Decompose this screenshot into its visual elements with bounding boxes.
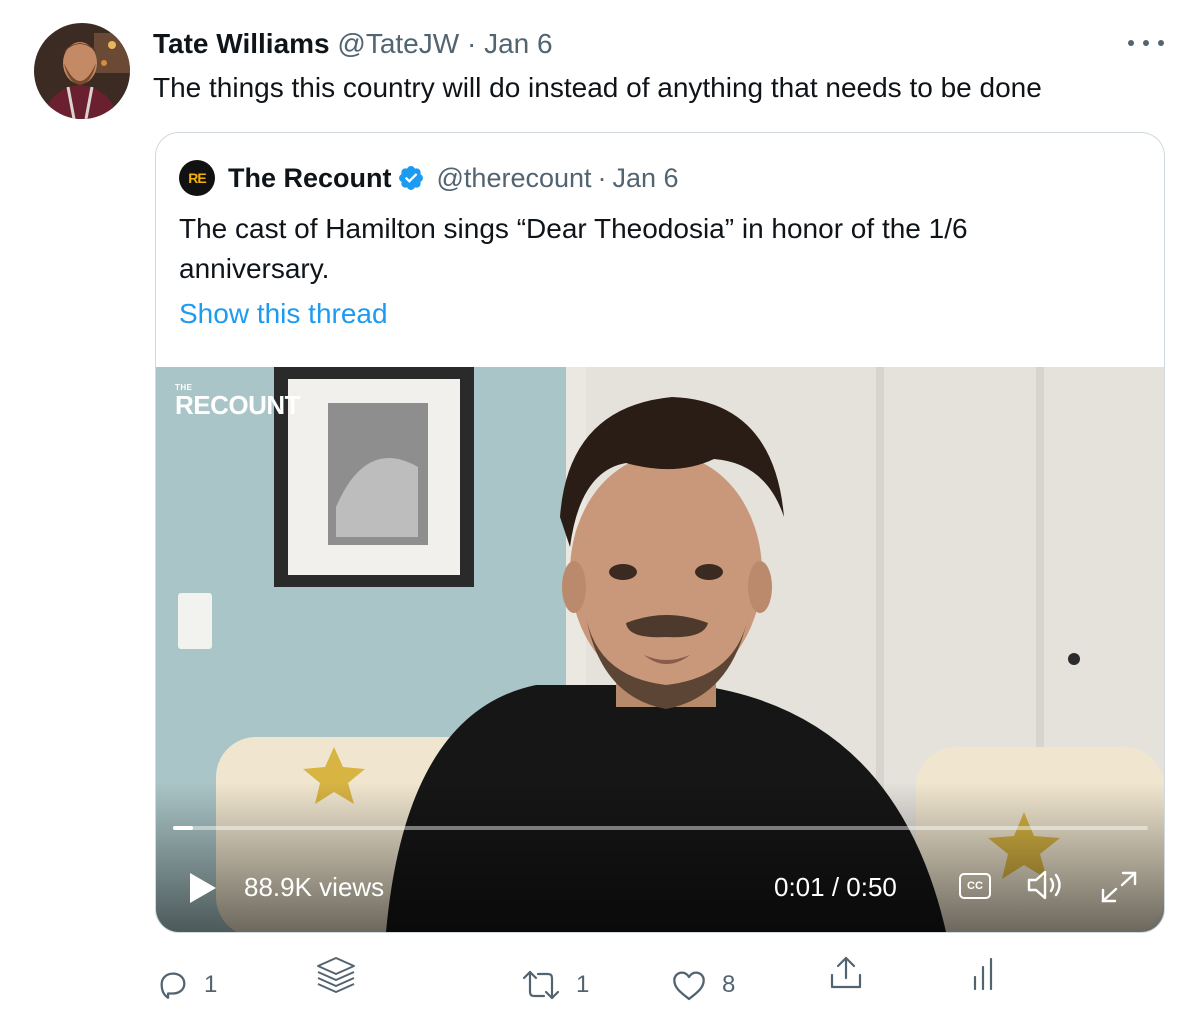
video-player[interactable]: THE RECOUNT 88.9K views 0:01 / 0:50 CC <box>156 367 1164 932</box>
fullscreen-icon[interactable] <box>1099 869 1139 910</box>
quoted-tweet[interactable]: RE The Recount @therecount · Jan 6 The c… <box>155 132 1165 933</box>
reply-button[interactable]: 1 <box>156 955 217 1015</box>
quoted-tweet-date[interactable]: Jan 6 <box>613 163 679 194</box>
play-icon[interactable] <box>188 872 218 909</box>
like-icon <box>670 968 708 1002</box>
quoted-avatar[interactable]: RE <box>179 160 215 196</box>
video-time: 0:01 / 0:50 <box>774 872 897 902</box>
quoted-author-handle[interactable]: @therecount <box>437 163 592 194</box>
closed-captions-icon[interactable]: CC <box>959 873 991 899</box>
video-progress-fill <box>173 826 193 830</box>
share-icon <box>828 955 864 991</box>
video-watermark: THE RECOUNT <box>175 383 301 420</box>
separator-dot: · <box>466 28 477 59</box>
reply-count: 1 <box>204 971 218 998</box>
tweet-actions: 1 1 8 <box>0 955 1196 1015</box>
volume-icon[interactable] <box>1026 869 1068 906</box>
share-button[interactable] <box>828 955 864 991</box>
video-progress-bar[interactable] <box>173 826 1148 830</box>
layers-icon <box>315 955 357 995</box>
more-icon[interactable] <box>1128 30 1164 56</box>
watermark-text: RECOUNT <box>175 390 301 420</box>
retweet-icon <box>520 968 562 1002</box>
quoted-tweet-text: The cast of Hamilton sings “Dear Theodos… <box>179 213 968 284</box>
retweet-button[interactable]: 1 <box>520 955 589 1015</box>
like-count: 8 <box>722 971 736 998</box>
avatar[interactable] <box>34 23 130 119</box>
analytics-button[interactable] <box>972 955 998 991</box>
layers-button[interactable] <box>315 955 357 995</box>
view-count: 88.9K views <box>244 872 385 902</box>
quoted-tweet-header: RE The Recount @therecount · Jan 6 <box>179 160 679 196</box>
tweet-date[interactable]: Jan 6 <box>484 28 553 59</box>
retweet-count: 1 <box>576 971 590 998</box>
tweet[interactable]: Tate Williams @TateJW · Jan 6 The things… <box>0 0 1196 1032</box>
tweet-header: Tate Williams @TateJW · Jan 6 <box>153 27 553 61</box>
author-handle[interactable]: @TateJW <box>337 28 459 59</box>
video-controls-overlay <box>156 782 1164 932</box>
verified-icon <box>397 164 425 192</box>
like-button[interactable]: 8 <box>670 955 735 1015</box>
separator-dot: · <box>597 162 607 193</box>
reply-icon <box>156 968 190 1002</box>
show-thread-link[interactable]: Show this thread <box>179 297 388 331</box>
author-name[interactable]: Tate Williams <box>153 28 330 59</box>
analytics-icon <box>972 955 998 991</box>
tweet-text: The things this country will do instead … <box>153 72 1042 103</box>
quoted-author-name[interactable]: The Recount <box>228 163 392 194</box>
